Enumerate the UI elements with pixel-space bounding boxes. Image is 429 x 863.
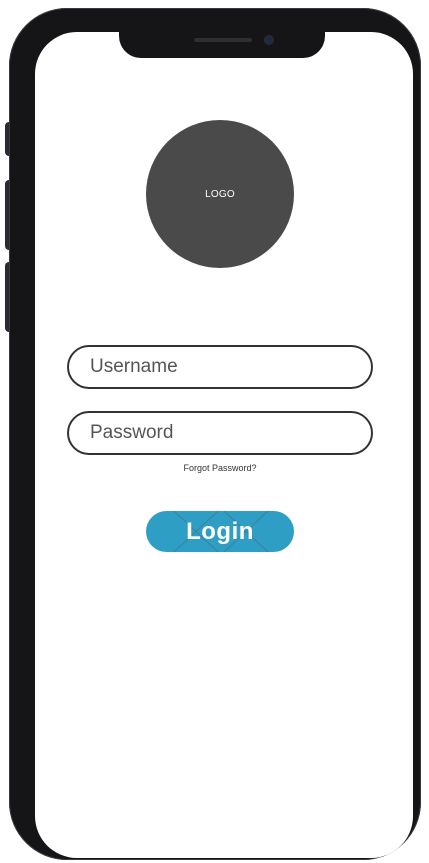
password-input[interactable] bbox=[67, 411, 373, 455]
login-button-label: Login bbox=[186, 518, 254, 545]
login-button[interactable]: Login bbox=[146, 511, 294, 552]
logo-label: LOGO bbox=[205, 188, 235, 200]
app-logo: LOGO bbox=[146, 120, 294, 268]
phone-notch bbox=[119, 12, 325, 58]
app-stage: LOGO Forgot Password? Login bbox=[0, 0, 429, 863]
earpiece-speaker-icon bbox=[194, 38, 252, 42]
front-camera-icon bbox=[265, 36, 273, 44]
forgot-password-link[interactable]: Forgot Password? bbox=[160, 463, 280, 473]
username-input[interactable] bbox=[67, 345, 373, 389]
